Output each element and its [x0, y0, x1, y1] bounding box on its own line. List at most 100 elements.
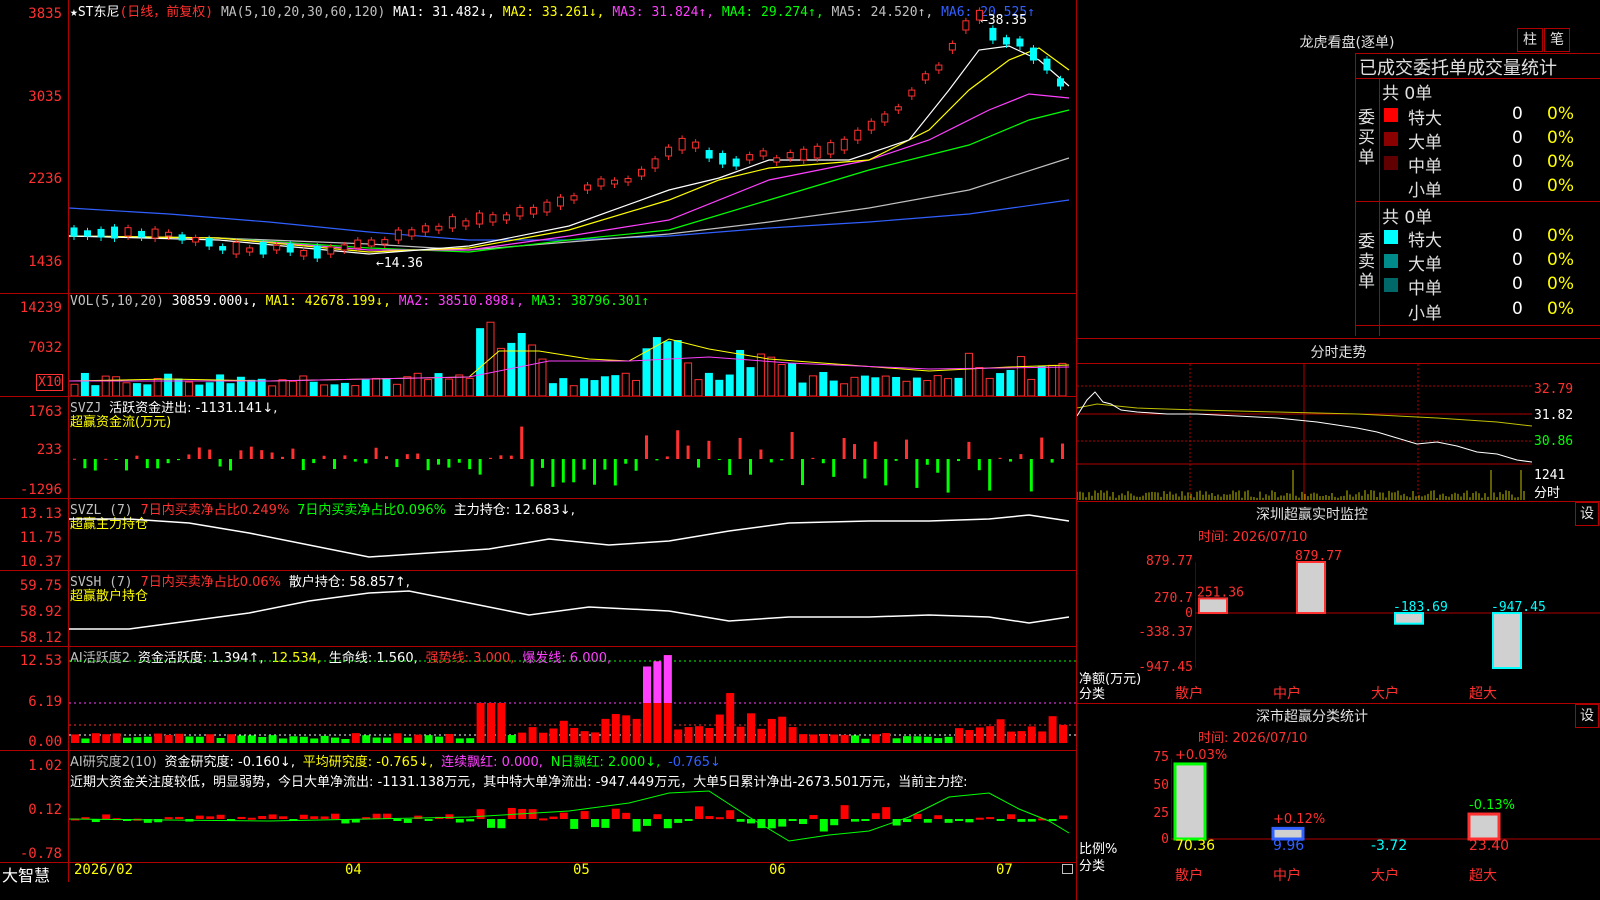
fund-flow-bar — [915, 459, 919, 488]
activity-bar — [851, 735, 859, 743]
volume-bar — [1027, 378, 1036, 396]
activity-bar — [757, 728, 766, 743]
candle-body — [989, 27, 997, 41]
activity-bar — [830, 734, 839, 743]
x-axis-label: 04 — [345, 862, 362, 878]
chart-area[interactable]: ★ST东尼(日线，前复权) MA(5,10,20,30,60,120) MA1:… — [0, 0, 1077, 900]
fund-flow-bar — [249, 446, 253, 459]
candle-body — [773, 157, 781, 163]
research-bar — [237, 816, 246, 819]
research-bar — [778, 819, 787, 827]
vol-ma1: MA1: 42678.199↓, — [265, 294, 391, 309]
color-swatch — [1384, 278, 1398, 292]
volume-bar — [611, 375, 620, 396]
candle-body — [516, 207, 524, 217]
activity-bar — [445, 733, 454, 743]
fund-flow-bar — [489, 457, 492, 459]
volume-bar — [247, 379, 256, 396]
monitor-settings-button[interactable]: 设 — [1575, 502, 1599, 526]
research-bar — [705, 816, 714, 819]
svzl-chart[interactable] — [69, 499, 1076, 570]
fund-flow-bar — [988, 459, 992, 491]
fund-flow-bar — [780, 459, 784, 461]
volume-bar — [382, 378, 391, 396]
fund-flow-bar — [801, 459, 804, 486]
row-name: 小单 — [1408, 181, 1442, 201]
candle-body — [1016, 38, 1024, 47]
research-bar — [466, 819, 475, 822]
candle-body — [1002, 37, 1010, 45]
volume-chart[interactable] — [69, 309, 1076, 396]
price-axis-label: 1436 — [28, 254, 62, 270]
fund-flow-bar — [541, 459, 544, 468]
ai2-axis-label: 0.12 — [28, 802, 62, 818]
monitor-chart[interactable]: 879.77 270.7 0 -338.37 -947.45 净额(万元) 分类… — [1077, 540, 1600, 702]
candle-body — [1043, 58, 1051, 71]
lock-icon[interactable] — [1062, 864, 1073, 874]
fund-flow-bar — [655, 459, 659, 461]
research-bar — [903, 819, 911, 823]
fund-flow-bar — [156, 459, 160, 469]
fund-flow-bar — [894, 459, 898, 461]
price-candles-chart[interactable] — [69, 0, 1076, 293]
activity-bar — [767, 718, 776, 743]
volume-bar — [392, 383, 401, 396]
intraday-chart[interactable]: 32.79 31.82 30.86 1241 分时 — [1077, 364, 1600, 501]
fund-flow-bar — [1050, 459, 1054, 463]
volume-bar — [996, 373, 1005, 396]
longhu-subtitle: 已成交委托单成交量统计 — [1359, 58, 1557, 79]
classify-chart[interactable]: 75 50 25 0 比例% 分类 70.36 9.96 -3.72 23.40… — [1077, 742, 1600, 900]
bar-mode-button[interactable]: 柱 — [1517, 28, 1543, 52]
ai-research-chart[interactable] — [69, 751, 1076, 862]
monitor-bar-label: 879.77 — [1295, 549, 1342, 564]
fund-flow-bar — [312, 459, 316, 464]
row-name: 大单 — [1408, 255, 1442, 275]
classify-settings-button[interactable]: 设 — [1575, 704, 1599, 728]
svsh-chart[interactable] — [69, 571, 1076, 646]
sell-row-xl: 特大 0 0% — [1382, 225, 1600, 251]
intraday-axis-label: 30.86 — [1534, 434, 1574, 449]
row-percent: 0% — [1547, 128, 1574, 148]
fund-flow-bar — [104, 458, 108, 460]
svzl-axis-label: 13.13 — [19, 506, 62, 522]
volume-bar — [819, 371, 828, 396]
volume-bar — [746, 367, 755, 396]
volume-bar — [195, 384, 204, 396]
activity-bar — [466, 738, 475, 743]
buy-row-xl: 特大 0 0% — [1382, 103, 1600, 129]
fund-flow-bar — [114, 459, 118, 460]
ai-activity-chart[interactable] — [69, 647, 1076, 750]
tick-mode-button[interactable]: 笔 — [1544, 28, 1570, 52]
volume-bar — [361, 379, 370, 396]
volume-bar — [881, 375, 890, 396]
candle-body — [97, 228, 105, 238]
research-bar — [528, 809, 537, 819]
volume-bar — [985, 377, 994, 396]
activity-bar — [414, 734, 423, 743]
svzj-chart[interactable] — [69, 397, 1076, 498]
research-bar — [695, 806, 703, 819]
activity-bar — [206, 734, 215, 743]
fund-flow-bar — [821, 459, 825, 464]
research-bar — [206, 816, 215, 819]
x-axis-label: 06 — [769, 862, 786, 878]
candle-body — [1056, 78, 1064, 87]
sell-row-l: 大单 0 0% — [1382, 249, 1600, 275]
candle-body — [448, 216, 456, 229]
app-name: 大智慧 — [2, 866, 51, 885]
candle-body — [962, 20, 970, 31]
research-bar — [684, 819, 693, 821]
candle-body — [584, 184, 592, 191]
volume-bar — [143, 384, 152, 396]
candle-body — [827, 142, 835, 155]
activity-bar — [840, 734, 849, 743]
activity-bar — [331, 737, 339, 743]
intraday-title: 分时走势 — [1310, 345, 1367, 361]
candle-body — [611, 179, 619, 185]
row-count: 0 — [1512, 128, 1523, 148]
buy-row-m: 中单 0 0% — [1382, 151, 1600, 177]
color-swatch — [1384, 132, 1398, 146]
activity-bar — [892, 738, 901, 743]
candle-body — [894, 106, 902, 111]
volume-bar — [663, 341, 672, 396]
